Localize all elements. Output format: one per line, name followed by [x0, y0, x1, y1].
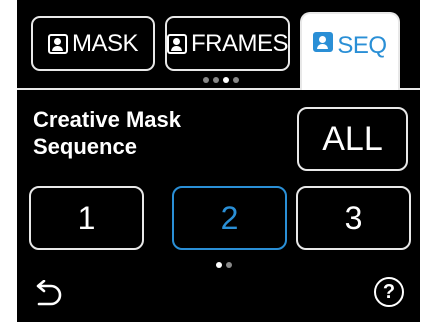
- camera-screen: MASK FRAMES SEQ Creative Mask Sequence A…: [17, 0, 420, 322]
- tab-frames[interactable]: FRAMES: [165, 16, 290, 71]
- page-title-line1: Creative Mask: [33, 107, 181, 132]
- sequence-3-button[interactable]: 3: [296, 186, 411, 250]
- page-title: Creative Mask Sequence: [33, 106, 253, 160]
- page-dot-active: [216, 262, 222, 268]
- help-icon[interactable]: ?: [374, 277, 404, 307]
- tab-frames-label: FRAMES: [191, 29, 289, 57]
- page-dot: [233, 77, 239, 83]
- page-dot: [203, 77, 209, 83]
- tab-mask[interactable]: MASK: [31, 16, 155, 71]
- content-page-indicator: [216, 262, 232, 268]
- user-icon: [47, 33, 68, 54]
- sequence-2-button[interactable]: 2: [172, 186, 287, 250]
- tab-seq[interactable]: SEQ: [300, 12, 400, 90]
- tab-page-indicator: [203, 77, 239, 83]
- page-dot-active: [223, 77, 229, 83]
- user-icon: [167, 33, 187, 54]
- all-button[interactable]: ALL: [297, 107, 408, 171]
- user-icon: [313, 32, 334, 52]
- sequence-1-button[interactable]: 1: [29, 186, 144, 250]
- back-arrow-icon[interactable]: [33, 280, 63, 306]
- page-dot: [213, 77, 219, 83]
- page-dot: [226, 262, 232, 268]
- tab-seq-label: SEQ: [337, 32, 387, 59]
- page-title-line2: Sequence: [33, 134, 137, 159]
- tab-mask-label: MASK: [71, 29, 139, 57]
